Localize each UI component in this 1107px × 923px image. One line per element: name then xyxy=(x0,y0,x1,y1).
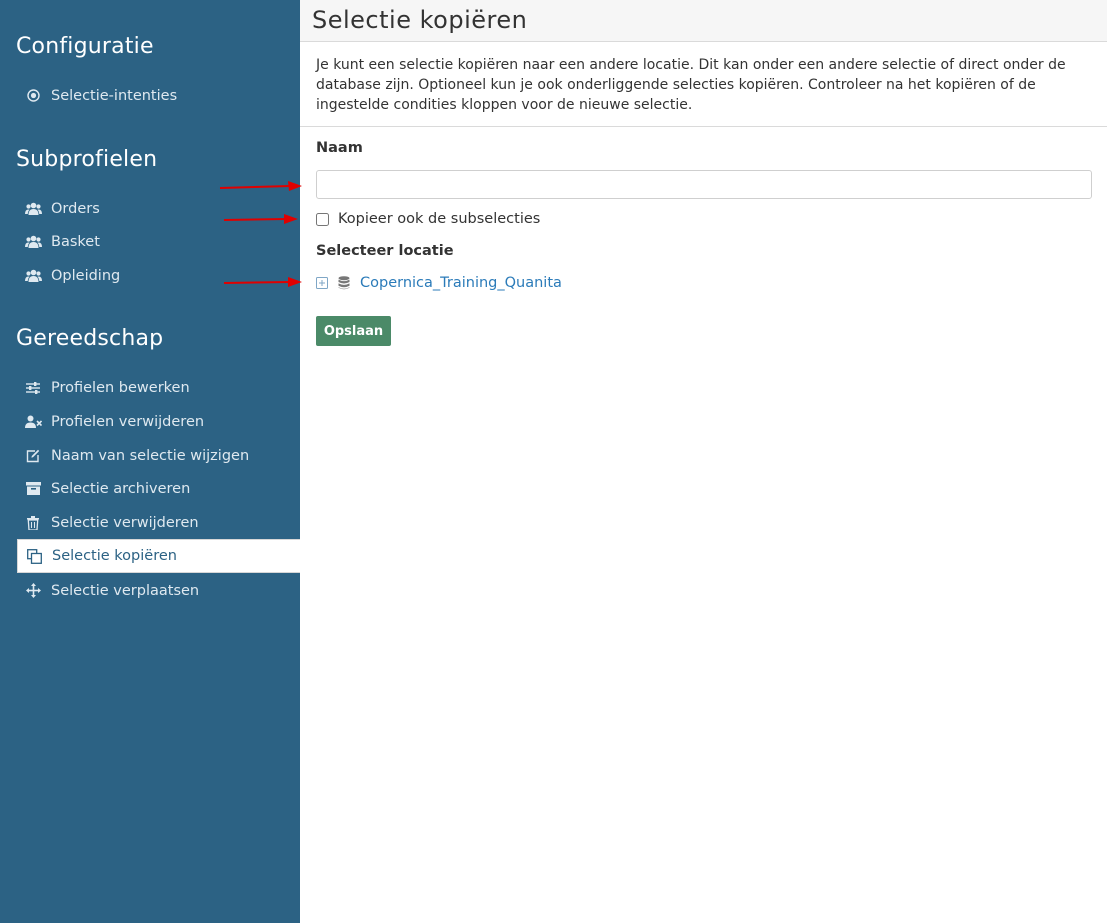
sidebar-item-label: Profielen verwijderen xyxy=(51,413,205,430)
archive-icon xyxy=(24,481,42,497)
target-icon xyxy=(24,88,42,104)
annotation-arrow-icon xyxy=(223,214,298,224)
name-label: Naam xyxy=(316,140,363,156)
database-icon xyxy=(338,276,350,290)
sidebar-item-profielen-bewerken[interactable]: Profielen bewerken xyxy=(17,371,300,404)
copy-subselections-row[interactable]: Kopieer ook de subselecties xyxy=(316,211,540,227)
sidebar-item-label: Selectie archiveren xyxy=(51,480,191,497)
annotation-arrow-icon xyxy=(223,277,302,287)
move-icon xyxy=(24,583,42,599)
page-title: Selectie kopiëren xyxy=(312,6,528,34)
edit-icon xyxy=(24,448,42,464)
sidebar: Configuratie Selectie-intenties Subprofi… xyxy=(0,0,300,923)
sidebar-item-selectie-verplaatsen[interactable]: Selectie verplaatsen xyxy=(17,574,300,607)
sidebar-item-basket[interactable]: Basket xyxy=(17,225,300,258)
sidebar-item-label: Naam van selectie wijzigen xyxy=(51,447,250,464)
copy-subselections-checkbox[interactable] xyxy=(316,212,329,226)
section-title-subprofielen: Subprofielen xyxy=(16,147,158,172)
annotation-arrow-icon xyxy=(219,181,302,191)
copy-icon xyxy=(25,548,43,564)
users-icon xyxy=(24,268,42,284)
sidebar-item-label: Selectie-intenties xyxy=(51,87,178,104)
save-button[interactable]: Opslaan xyxy=(316,316,391,346)
sidebar-item-naam-wijzigen[interactable]: Naam van selectie wijzigen xyxy=(17,439,300,472)
sidebar-item-label: Selectie kopiëren xyxy=(52,548,177,564)
sidebar-item-label: Profielen bewerken xyxy=(51,379,190,396)
page-header: Selectie kopiëren xyxy=(300,0,1107,42)
trash-icon xyxy=(24,515,42,531)
sidebar-item-selectie-kopieren[interactable]: Selectie kopiëren xyxy=(17,539,300,573)
sidebar-item-selectie-archiveren[interactable]: Selectie archiveren xyxy=(17,472,300,505)
sidebar-item-selectie-intenties[interactable]: Selectie-intenties xyxy=(17,79,300,112)
users-icon xyxy=(24,234,42,250)
location-label: Selecteer locatie xyxy=(316,243,454,259)
sliders-icon xyxy=(24,380,42,396)
intro-text: Je kunt een selectie kopiëren naar een a… xyxy=(316,57,1066,113)
sidebar-item-label: Orders xyxy=(51,200,100,217)
sidebar-item-selectie-verwijderen[interactable]: Selectie verwijderen xyxy=(17,506,300,539)
user-remove-icon xyxy=(24,414,42,430)
section-title-configuratie: Configuratie xyxy=(16,34,154,59)
location-tree-root: Copernica_Training_Quanita xyxy=(316,275,562,291)
users-icon xyxy=(24,201,42,217)
name-input[interactable] xyxy=(316,170,1092,199)
sidebar-item-label: Opleiding xyxy=(51,267,121,284)
sidebar-item-profielen-verwijderen[interactable]: Profielen verwijderen xyxy=(17,405,300,438)
copy-subselections-label: Kopieer ook de subselecties xyxy=(338,211,541,227)
tree-link-database[interactable]: Copernica_Training_Quanita xyxy=(360,275,562,291)
sidebar-item-label: Selectie verplaatsen xyxy=(51,582,200,599)
divider xyxy=(300,126,1107,127)
sidebar-item-label: Basket xyxy=(51,233,100,250)
sidebar-item-label: Selectie verwijderen xyxy=(51,514,199,531)
plus-square-icon[interactable] xyxy=(316,277,328,289)
section-title-gereedschap: Gereedschap xyxy=(16,326,164,351)
